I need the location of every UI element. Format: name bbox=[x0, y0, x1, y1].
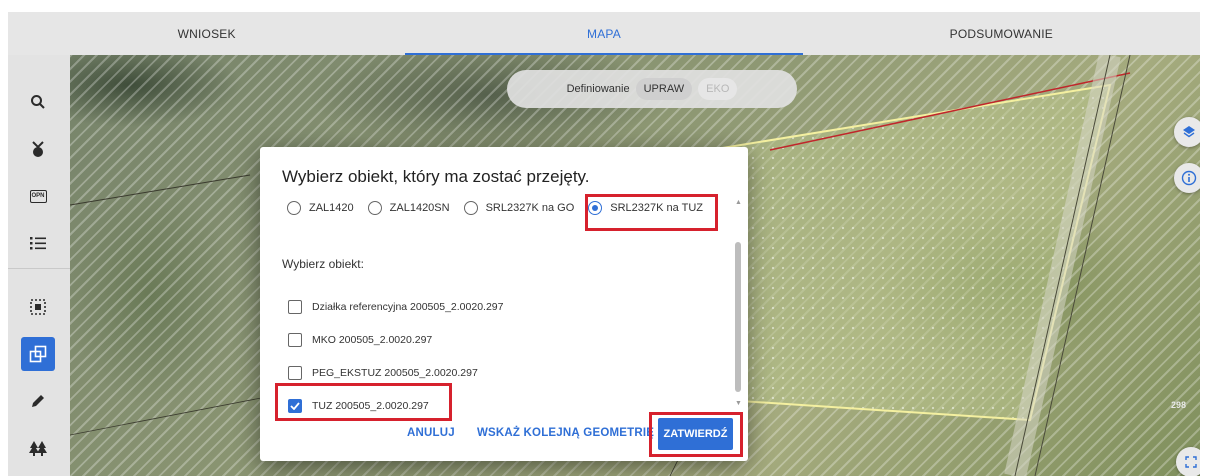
copy-geometry-icon[interactable] bbox=[21, 337, 55, 371]
scroll-up-icon[interactable]: ▲ bbox=[735, 199, 742, 206]
scroll-thumb[interactable] bbox=[735, 242, 741, 392]
list-item-label: PEG_EKSTUZ 200505_2.0020.297 bbox=[312, 366, 478, 379]
mode-switch: Definiowanie UPRAW EKO bbox=[507, 70, 797, 108]
map-scale-label: 298 bbox=[1170, 400, 1186, 410]
radio-circle-icon bbox=[463, 201, 478, 215]
mode-upraw-button[interactable]: UPRAW bbox=[635, 78, 693, 100]
toolbar-divider bbox=[8, 268, 70, 269]
select-area-icon[interactable] bbox=[21, 290, 55, 324]
radio-circle-icon bbox=[287, 201, 301, 215]
radio-label: ZAL1420SN bbox=[389, 202, 450, 214]
radio-zal1420[interactable]: ZAL1420 bbox=[287, 201, 354, 215]
select-object-label: Wybierz obiekt: bbox=[282, 257, 364, 271]
plant-icon[interactable] bbox=[21, 132, 55, 166]
highlight-selected-radio bbox=[585, 194, 718, 231]
checkbox-icon bbox=[288, 299, 302, 314]
list-item-label: Działka referencyjna 200505_2.0020.297 bbox=[312, 300, 504, 313]
info-icon[interactable] bbox=[1174, 163, 1200, 193]
dialog-scrollbar[interactable]: ▲ ▼ bbox=[733, 199, 743, 407]
fullscreen-icon[interactable] bbox=[1176, 447, 1200, 476]
highlight-checked-item bbox=[275, 383, 452, 421]
search-icon[interactable] bbox=[21, 85, 55, 119]
radio-srl2327k-go[interactable]: SRL2327K na GO bbox=[463, 201, 575, 215]
top-tabs: WNIOSEK MAPA PODSUMOWANIE bbox=[8, 12, 1200, 55]
radio-zal1420sn[interactable]: ZAL1420SN bbox=[367, 201, 450, 215]
pencil-icon[interactable] bbox=[21, 384, 55, 418]
trees-icon[interactable] bbox=[21, 431, 55, 465]
tab-wniosek[interactable]: WNIOSEK bbox=[8, 12, 405, 55]
dialog-title: Wybierz obiekt, który ma zostać przejęty… bbox=[282, 167, 590, 186]
scroll-down-icon[interactable]: ▼ bbox=[735, 400, 742, 407]
tab-mapa[interactable]: MAPA bbox=[405, 12, 803, 55]
opn-icon[interactable]: OPN bbox=[21, 179, 55, 213]
mode-label: Definiowanie bbox=[566, 83, 630, 95]
next-geometry-button[interactable]: WSKAŻ KOLEJNĄ GEOMETRIĘ bbox=[477, 427, 654, 439]
highlight-confirm-button bbox=[649, 412, 743, 457]
tab-podsumowanie[interactable]: PODSUMOWANIE bbox=[803, 12, 1200, 55]
radio-label: SRL2327K na GO bbox=[485, 202, 575, 214]
list-item-label: MKO 200505_2.0020.297 bbox=[312, 333, 433, 346]
checkbox-icon bbox=[288, 332, 302, 347]
list-item[interactable]: MKO 200505_2.0020.297 bbox=[288, 323, 503, 356]
layers-icon[interactable] bbox=[1174, 117, 1200, 147]
cancel-button[interactable]: ANULUJ bbox=[407, 427, 455, 439]
left-toolbar: OPN bbox=[8, 55, 70, 476]
list-item[interactable]: Działka referencyjna 200505_2.0020.297 bbox=[288, 290, 503, 323]
list-icon[interactable] bbox=[21, 226, 55, 260]
checkbox-icon bbox=[288, 365, 302, 380]
radio-label: ZAL1420 bbox=[309, 202, 354, 214]
mode-eko-button[interactable]: EKO bbox=[698, 78, 738, 100]
radio-circle-icon bbox=[367, 201, 382, 215]
